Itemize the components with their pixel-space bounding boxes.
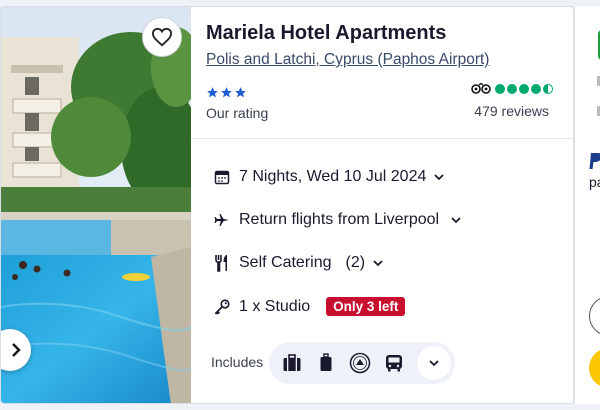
star-icon [235,87,246,98]
availability-badge: Only 3 left [326,297,406,316]
flights-text: Return flights from Liverpool [239,211,440,228]
dates-selector[interactable]: 7 Nights, Wed 10 Jul 2024 [213,168,445,186]
atol-protection-icon [349,352,371,374]
chevron-down-icon [434,174,445,181]
rating-bubble [531,84,541,94]
star-icon [221,87,232,98]
tripadvisor-owl-icon [471,83,491,94]
includes-expand-button[interactable] [417,346,451,380]
includes-label: Includes [211,354,264,370]
chevron-right-icon [12,343,21,357]
payment-text: pa [589,174,600,190]
heart-icon [151,27,173,47]
includes-pill[interactable] [269,342,455,384]
cutlery-icon [215,255,227,272]
rating-bubble-half [543,84,553,94]
favourite-button[interactable] [142,17,182,57]
room-info: 1 x Studio Only 3 left [213,297,406,316]
our-rating-label: Our rating [206,105,269,121]
paypal-icon [589,153,600,169]
hotel-location-link[interactable]: Polis and Latchi, Cyprus (Paphos Airport… [206,51,489,69]
divider [191,138,573,139]
circle-button-partial[interactable] [589,296,600,336]
hotel-info: Mariela Hotel Apartments Polis and Latch… [191,7,573,403]
transfer-bus-icon [386,355,402,372]
rating-bubble [519,84,529,94]
tripadvisor-rating[interactable] [471,83,553,95]
price-panel-partial: pa [574,6,600,404]
star-icon [207,87,218,98]
chevron-down-icon [373,260,383,267]
room-text: 1 x Studio [239,297,311,315]
key-icon [214,298,230,315]
flights-selector[interactable]: Return flights from Liverpool [213,211,461,229]
hotel-photo[interactable] [1,7,191,403]
plane-icon [214,214,229,226]
tripadvisor-bubbles [495,84,553,94]
rating-bubble [507,84,517,94]
board-text: Self Catering [239,254,332,271]
chevron-down-icon [429,360,439,367]
hand-luggage-icon [320,353,332,371]
rating-bubble [495,84,505,94]
suitcase-icon [283,354,301,371]
dates-text: 7 Nights, Wed 10 Jul 2024 [239,168,427,185]
cta-button-partial[interactable] [589,348,600,388]
calendar-icon [214,170,230,185]
star-rating [206,86,247,99]
board-count: (2) [345,254,366,271]
board-selector[interactable]: Self Catering (2) [213,254,383,272]
reviews-count-link[interactable]: 479 reviews [474,103,549,119]
hotel-name[interactable]: Mariela Hotel Apartments [206,22,446,45]
chevron-down-icon [451,217,461,224]
hotel-result-card: Mariela Hotel Apartments Polis and Latch… [0,6,574,404]
